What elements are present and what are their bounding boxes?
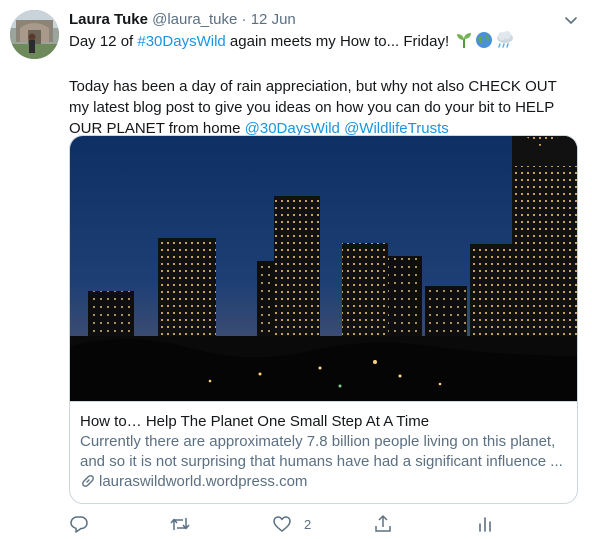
card-title[interactable]: How to… Help The Planet One Small Step A…	[80, 412, 567, 432]
tweet[interactable]: Laura Tuke @laura_tuke · 12 Jun Day 12 o…	[0, 0, 592, 539]
share-button[interactable]	[373, 513, 393, 535]
retweet-icon	[170, 518, 190, 530]
link-icon	[82, 475, 94, 487]
card-domain[interactable]: lauraswildworld.wordpress.com	[80, 472, 567, 492]
seedling-icon	[455, 31, 473, 55]
tweet-text: Day 12 of #30DaysWild again meets my How…	[69, 31, 579, 139]
rain-cloud-icon	[495, 31, 515, 55]
author-handle[interactable]: @laura_tuke	[152, 11, 237, 28]
reply-icon	[70, 516, 88, 533]
card-description: Currently there are approximately 7.8 bi…	[80, 433, 563, 470]
card-body[interactable]: How to… Help The Planet One Small Step A…	[70, 401, 577, 503]
more-options-button[interactable]	[561, 10, 581, 30]
avatar[interactable]	[10, 10, 59, 59]
card-image[interactable]	[70, 136, 577, 401]
hashtag-30dayswild[interactable]: #30DaysWild	[137, 33, 225, 50]
retweet-button[interactable]	[169, 513, 191, 535]
tweet-date[interactable]: 12 Jun	[251, 11, 296, 28]
like-button[interactable]: 2	[272, 513, 311, 535]
share-icon	[375, 515, 391, 532]
globe-icon	[475, 31, 493, 55]
action-bar: 2	[69, 513, 579, 535]
analytics-button[interactable]	[475, 513, 495, 535]
heart-icon	[273, 516, 291, 532]
tweet-paragraph-2: Today has been a day of rain appreciatio…	[69, 78, 557, 137]
header-separator: ·	[241, 11, 247, 28]
author-name[interactable]: Laura Tuke	[69, 11, 148, 28]
like-count: 2	[304, 516, 312, 532]
reply-button[interactable]	[69, 513, 89, 535]
tweet-header: Laura Tuke @laura_tuke · 12 Jun	[69, 10, 296, 30]
link-card[interactable]: How to… Help The Planet One Small Step A…	[69, 135, 578, 504]
analytics-icon	[479, 517, 491, 532]
tweet-line-1: Day 12 of #30DaysWild again meets my How…	[69, 31, 579, 55]
chevron-down-icon	[565, 17, 577, 24]
